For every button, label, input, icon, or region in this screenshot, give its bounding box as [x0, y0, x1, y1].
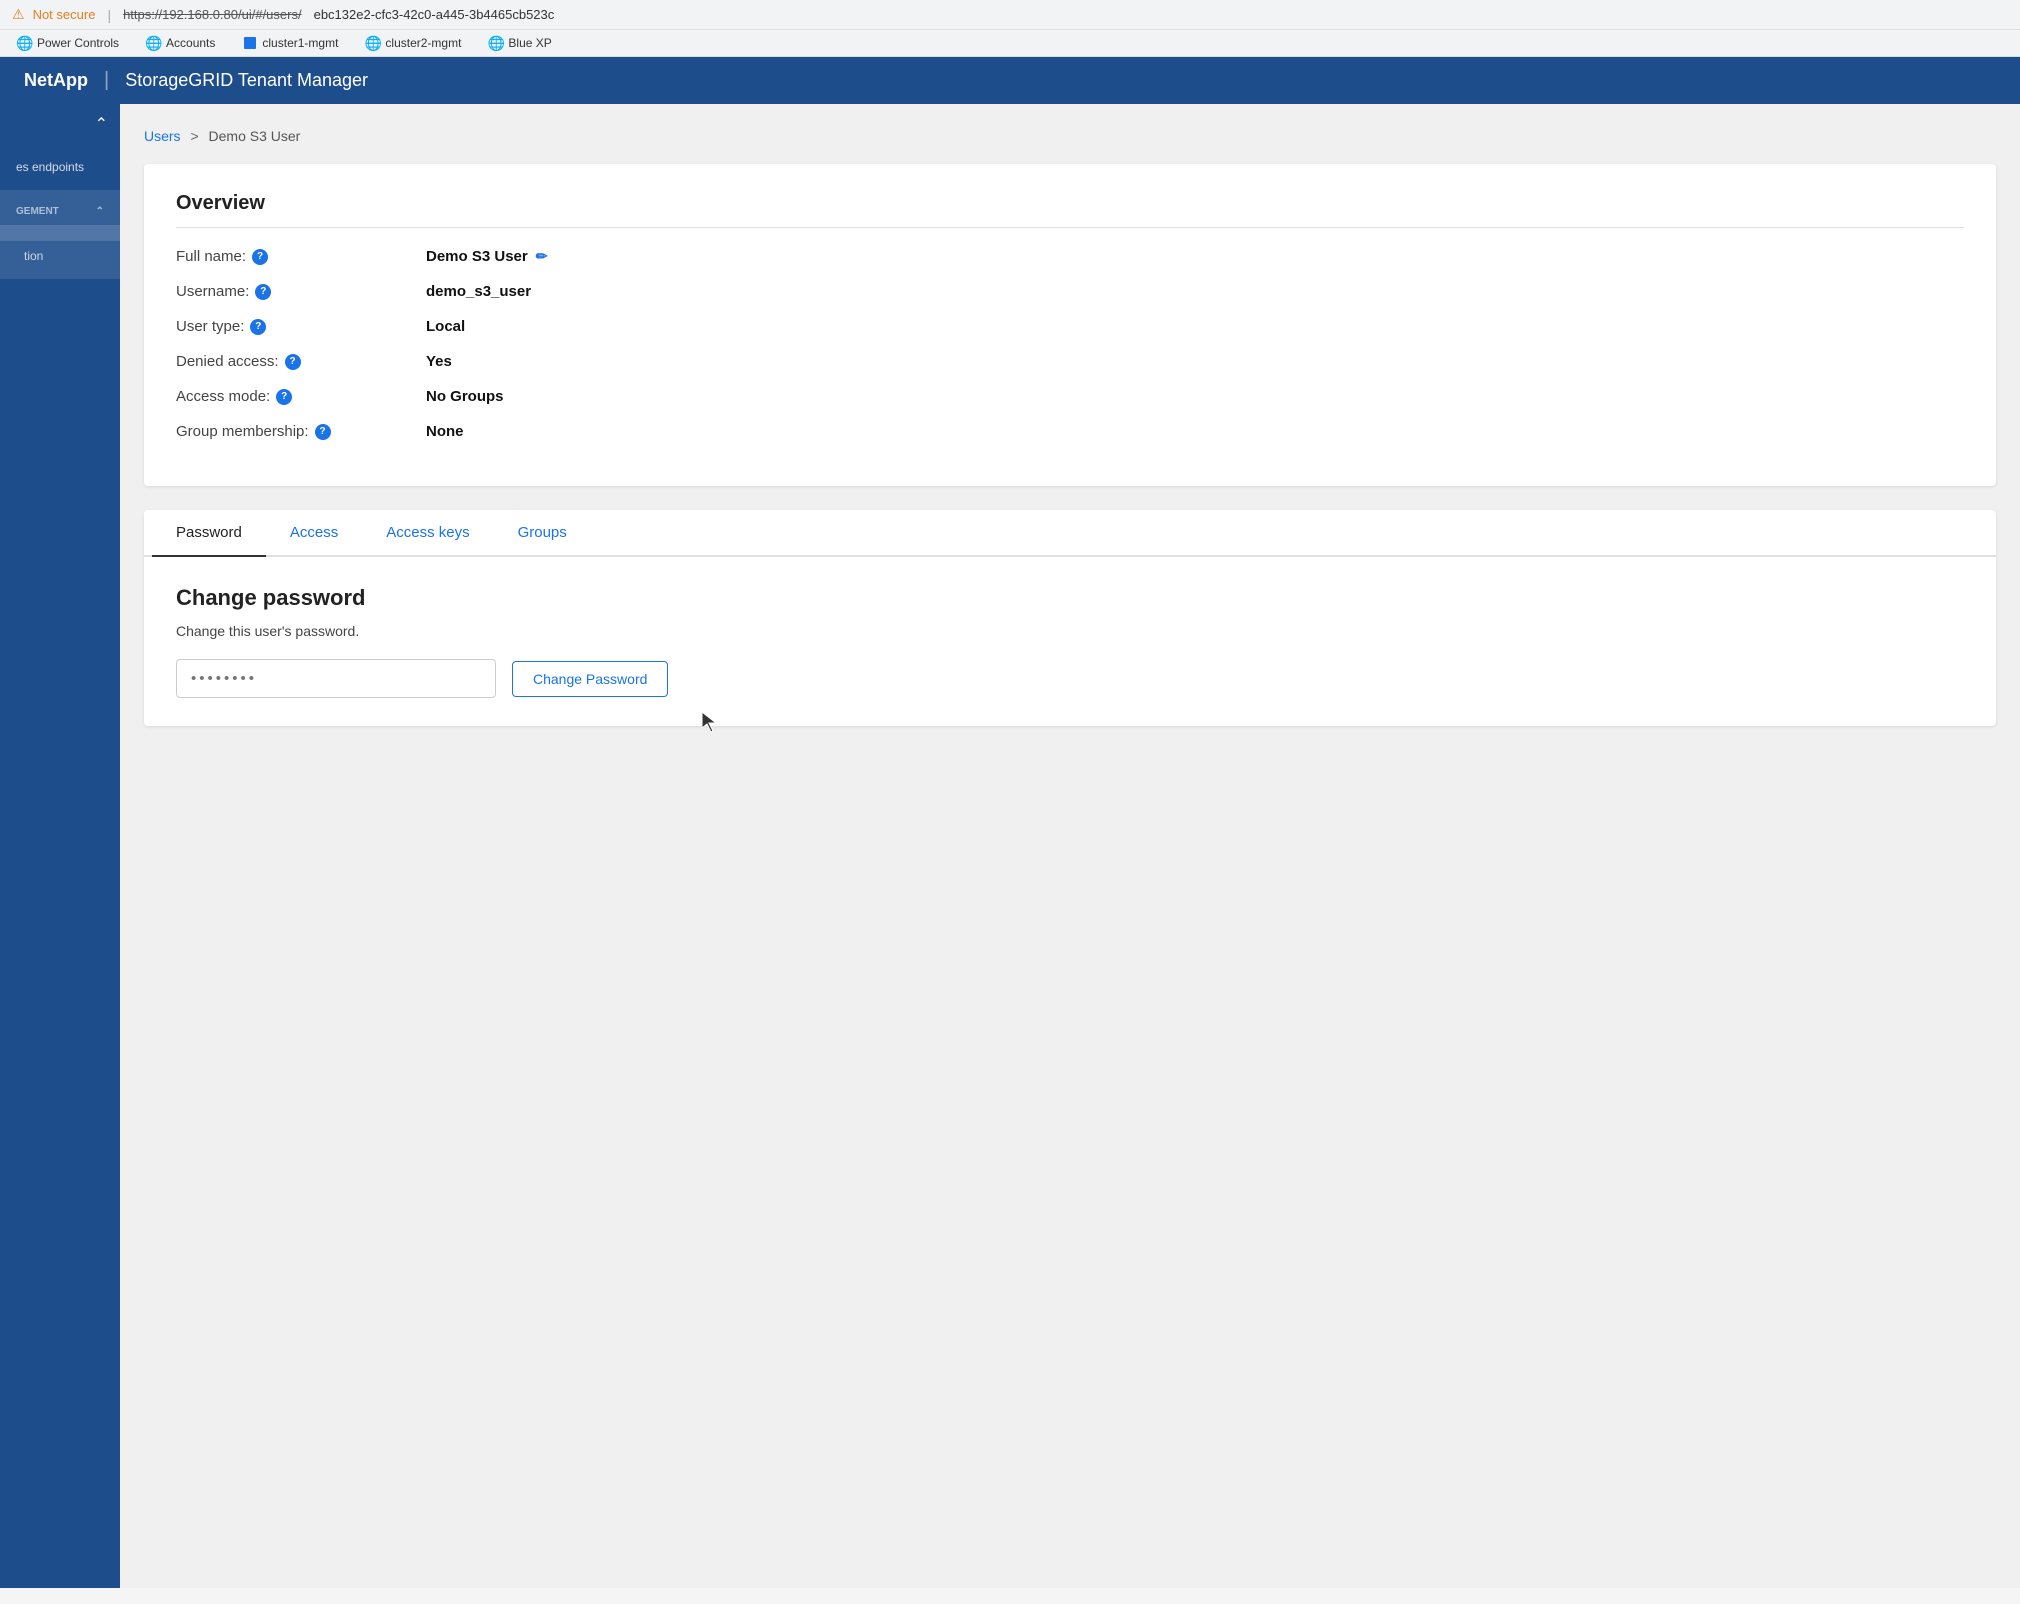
breadcrumb-separator: >	[190, 128, 198, 144]
user-type-label: User type: ?	[176, 318, 426, 335]
overview-row-full-name: Full name: ? Demo S3 User ✏	[176, 248, 1964, 265]
not-secure-label: Not secure	[33, 7, 96, 22]
bookmark-cluster2[interactable]: 🌐 cluster2-mgmt	[360, 34, 467, 52]
square-icon	[243, 36, 257, 50]
tab-groups[interactable]: Groups	[494, 510, 591, 557]
tabs-header: Password Access Access keys Groups	[144, 510, 1996, 557]
sidebar: ⌃ es endpoints GEMENT ⌃ tion	[0, 104, 120, 1588]
breadcrumb: Users > Demo S3 User	[144, 128, 1996, 144]
group-membership-value: None	[426, 423, 464, 440]
tab-password[interactable]: Password	[152, 510, 266, 557]
tabs-container: Password Access Access keys Groups Chang…	[144, 510, 1996, 726]
chevron-up-icon: ⌃	[95, 114, 108, 134]
denied-access-value: Yes	[426, 353, 452, 370]
overview-row-group-membership: Group membership: ? None	[176, 423, 1964, 440]
breadcrumb-parent[interactable]: Users	[144, 128, 181, 144]
bookmark-label: Blue XP	[508, 36, 551, 50]
sidebar-item-tion[interactable]: tion	[0, 241, 120, 271]
group-membership-help-icon[interactable]: ?	[315, 424, 331, 440]
denied-access-label: Denied access: ?	[176, 353, 426, 370]
access-mode-value: No Groups	[426, 388, 504, 405]
url-path: ebc132e2-cfc3-42c0-a445-3b4465cb523c	[314, 7, 555, 22]
globe-icon: 🌐	[489, 36, 503, 50]
main-layout: ⌃ es endpoints GEMENT ⌃ tion Users > Dem…	[0, 104, 2020, 1588]
globe-icon: 🌐	[18, 36, 32, 50]
password-input[interactable]	[176, 659, 496, 698]
content-area: Users > Demo S3 User Overview Full name:…	[120, 104, 2020, 1588]
endpoints-label: es endpoints	[16, 160, 84, 174]
password-row: Change Password	[176, 659, 1964, 698]
url-prefix: https://192.168.0.80/ui/#/users/	[123, 7, 302, 22]
user-type-value: Local	[426, 318, 465, 335]
username-help-icon[interactable]: ?	[255, 284, 271, 300]
globe-icon: 🌐	[147, 36, 161, 50]
change-password-title: Change password	[176, 585, 1964, 611]
tab-content-password: Change password Change this user's passw…	[144, 557, 1996, 726]
username-label: Username: ?	[176, 283, 426, 300]
warning-icon: ⚠	[12, 6, 25, 23]
browser-bar: ⚠ Not secure | https://192.168.0.80/ui/#…	[0, 0, 2020, 30]
sidebar-item-users[interactable]	[0, 225, 120, 241]
bookmark-power-controls[interactable]: 🌐 Power Controls	[12, 34, 125, 52]
tab-access[interactable]: Access	[266, 510, 362, 557]
sidebar-item-label: tion	[24, 249, 43, 263]
bookmark-label: cluster2-mgmt	[385, 36, 461, 50]
overview-row-access-mode: Access mode: ? No Groups	[176, 388, 1964, 405]
bookmark-cluster1[interactable]: cluster1-mgmt	[237, 34, 344, 52]
full-name-label: Full name: ?	[176, 248, 426, 265]
sidebar-section-management: GEMENT ⌃ tion	[0, 190, 120, 279]
overview-title: Overview	[176, 192, 1964, 228]
user-type-help-icon[interactable]: ?	[250, 319, 266, 335]
access-mode-label: Access mode: ?	[176, 388, 426, 405]
url-separator: |	[107, 7, 111, 23]
bookmark-label: Accounts	[166, 36, 215, 50]
app-header: NetApp | StorageGRID Tenant Manager	[0, 57, 2020, 104]
full-name-value: Demo S3 User ✏	[426, 248, 547, 265]
chevron-up-icon: ⌃	[96, 206, 104, 217]
breadcrumb-current: Demo S3 User	[209, 128, 301, 144]
access-mode-help-icon[interactable]: ?	[276, 389, 292, 405]
sidebar-management-header: GEMENT ⌃	[0, 198, 120, 225]
bookmark-accounts[interactable]: 🌐 Accounts	[141, 34, 221, 52]
tab-access-keys[interactable]: Access keys	[362, 510, 493, 557]
bookmark-label: Power Controls	[37, 36, 119, 50]
overview-row-username: Username: ? demo_s3_user	[176, 283, 1964, 300]
app-title: StorageGRID Tenant Manager	[125, 70, 368, 91]
management-label: GEMENT	[16, 206, 59, 217]
group-membership-label: Group membership: ?	[176, 423, 426, 440]
overview-row-user-type: User type: ? Local	[176, 318, 1964, 335]
change-password-button[interactable]: Change Password	[512, 661, 668, 697]
overview-card: Overview Full name: ? Demo S3 User ✏ Use…	[144, 164, 1996, 486]
bookmark-blue-xp[interactable]: 🌐 Blue XP	[483, 34, 557, 52]
overview-row-denied-access: Denied access: ? Yes	[176, 353, 1964, 370]
username-value: demo_s3_user	[426, 283, 531, 300]
bookmarks-bar: 🌐 Power Controls 🌐 Accounts cluster1-mgm…	[0, 30, 2020, 57]
bookmark-label: cluster1-mgmt	[262, 36, 338, 50]
brand-name: NetApp	[24, 70, 88, 91]
full-name-help-icon[interactable]: ?	[252, 249, 268, 265]
denied-access-help-icon[interactable]: ?	[285, 354, 301, 370]
sidebar-item-endpoints[interactable]: es endpoints	[0, 152, 120, 182]
full-name-edit-icon[interactable]: ✏	[536, 248, 548, 265]
change-password-desc: Change this user's password.	[176, 623, 1964, 639]
header-divider: |	[104, 69, 109, 92]
sidebar-section-endpoints: es endpoints	[0, 144, 120, 190]
sidebar-toggle[interactable]: ⌃	[0, 104, 120, 144]
globe-icon: 🌐	[366, 36, 380, 50]
